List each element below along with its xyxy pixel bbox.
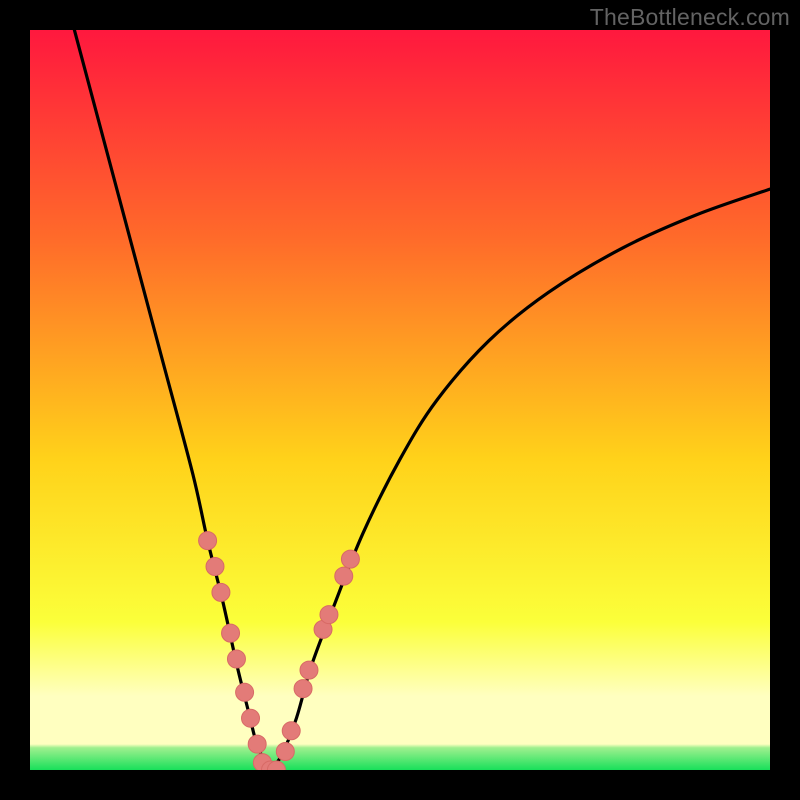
data-marker [320, 606, 338, 624]
data-marker [227, 650, 245, 668]
chart-frame: TheBottleneck.com [0, 0, 800, 800]
data-marker [206, 558, 224, 576]
data-marker [236, 683, 254, 701]
data-marker [222, 624, 240, 642]
watermark-text: TheBottleneck.com [590, 4, 790, 31]
data-marker [248, 735, 266, 753]
data-marker [335, 567, 353, 585]
data-marker [294, 680, 312, 698]
data-marker [212, 583, 230, 601]
data-marker [282, 722, 300, 740]
data-marker [242, 709, 260, 727]
plot-svg [30, 30, 770, 770]
plot-area [30, 30, 770, 770]
data-marker [341, 550, 359, 568]
data-marker [199, 532, 217, 550]
data-marker [276, 743, 294, 761]
data-marker [300, 661, 318, 679]
gradient-background [30, 30, 770, 770]
